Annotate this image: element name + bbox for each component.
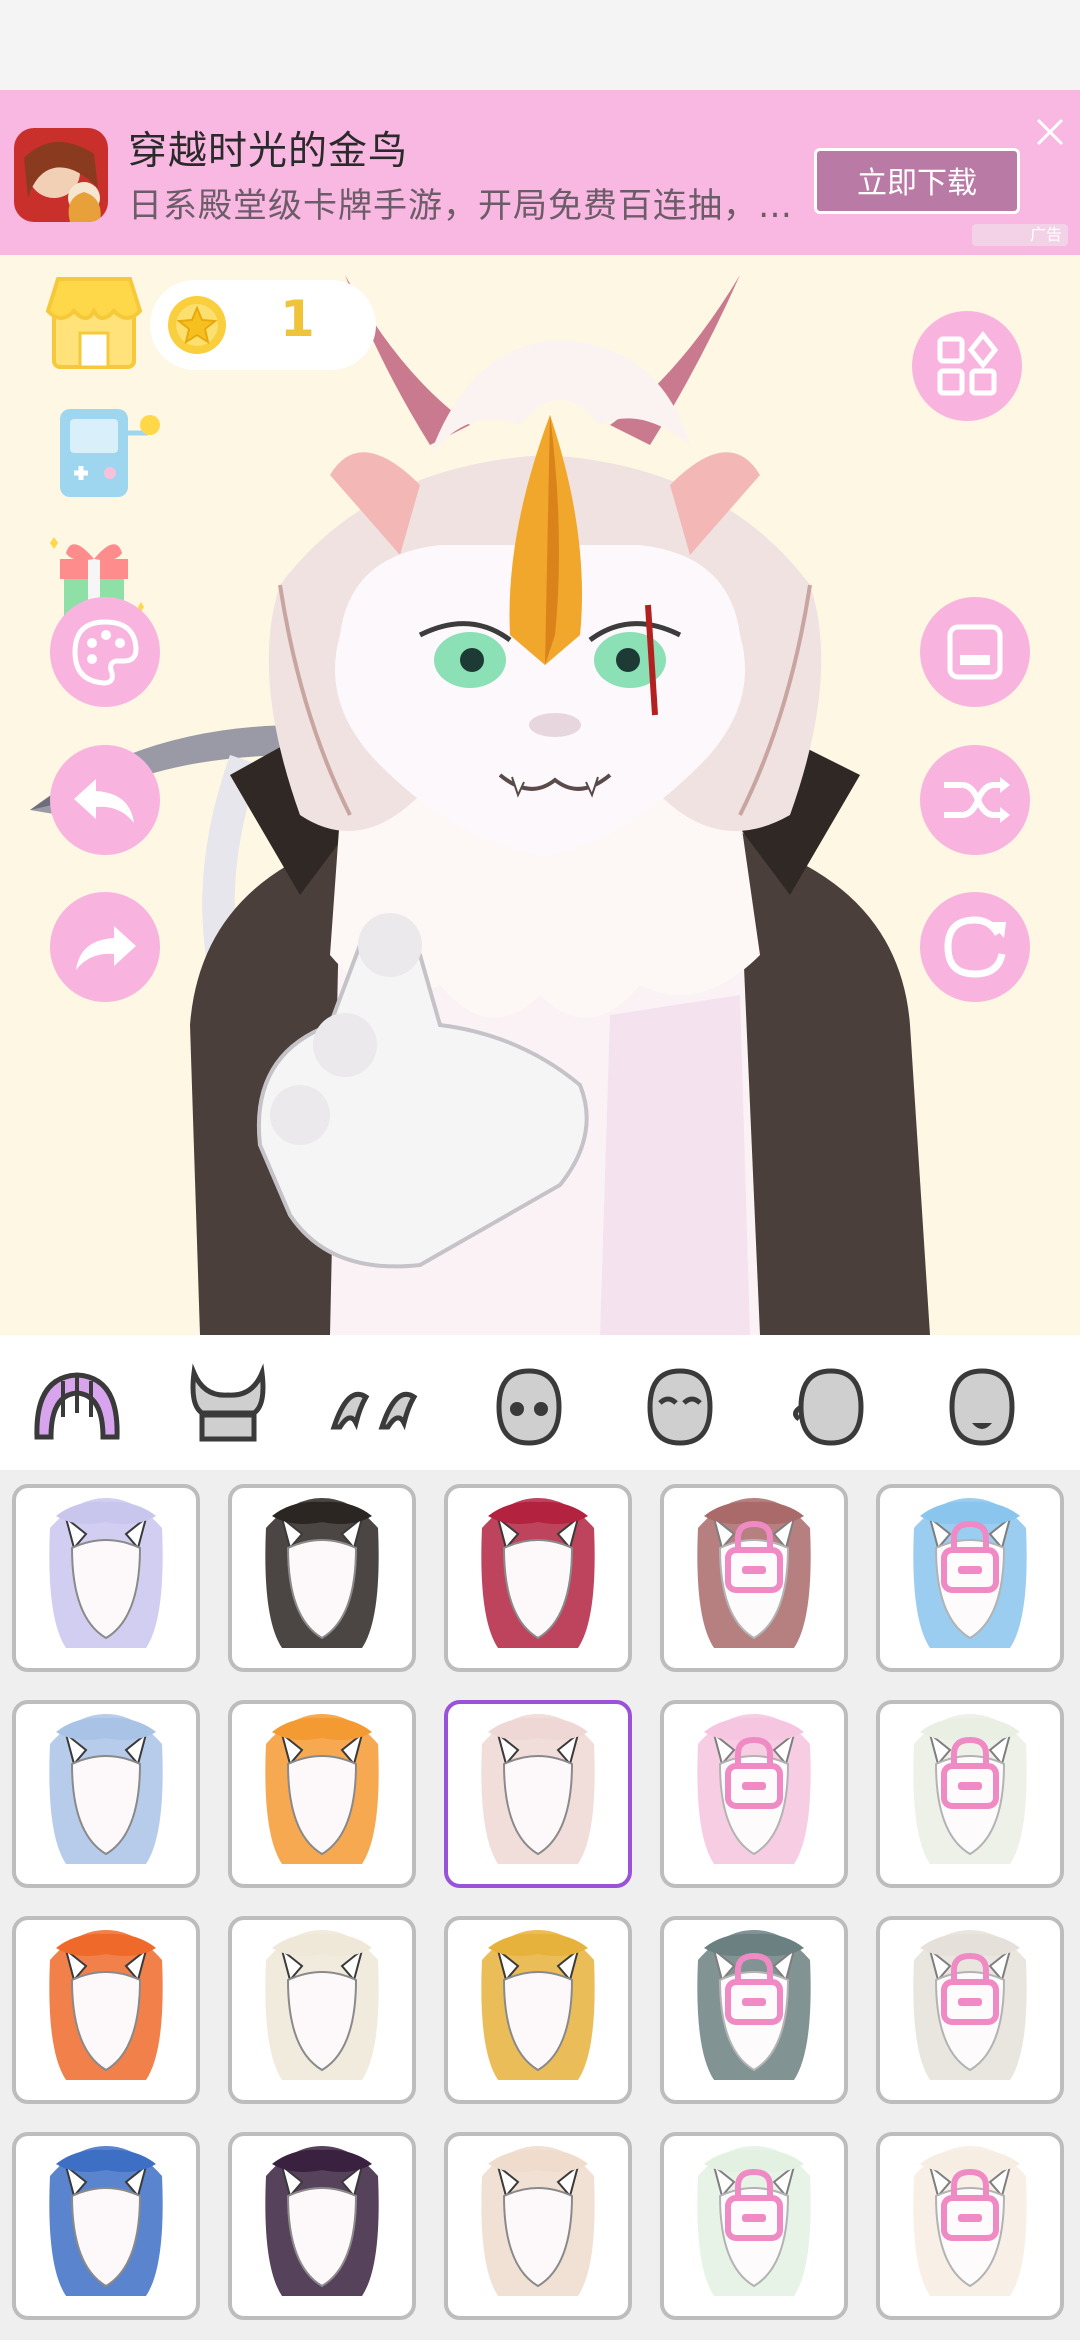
tab-mouth[interactable]	[932, 1357, 1032, 1457]
hair-item-locked[interactable]	[660, 1700, 848, 1888]
randomize-button[interactable]	[920, 745, 1030, 855]
hair-item[interactable]	[228, 1484, 416, 1672]
hair-thumbnail	[481, 1714, 595, 1864]
palette-icon	[72, 619, 139, 686]
hair-item[interactable]	[12, 1700, 200, 1888]
hair-thumbnail	[481, 2146, 595, 2296]
tab-hair[interactable]	[27, 1357, 127, 1457]
hair-item[interactable]	[444, 1484, 632, 1672]
hair-item[interactable]	[12, 2132, 200, 2320]
hair-thumbnail	[664, 2136, 844, 2316]
hair-thumbnail	[265, 1498, 379, 1648]
hair-item-locked[interactable]	[876, 2132, 1064, 2320]
hair-icon	[34, 1372, 120, 1440]
eyebrows-icon	[647, 1368, 713, 1446]
hair-item[interactable]	[12, 1916, 200, 2104]
character-canvas: 1	[0, 255, 1080, 1335]
horns-icon	[190, 1363, 266, 1442]
hair-item-locked[interactable]	[660, 1916, 848, 2104]
hair-item[interactable]	[444, 2132, 632, 2320]
ad-download-button[interactable]: 立即下载	[814, 148, 1020, 214]
reset-button[interactable]	[920, 892, 1030, 1002]
hair-item-locked[interactable]	[876, 1700, 1064, 1888]
ad-label-text: 广告	[1029, 225, 1062, 244]
hair-item-locked[interactable]	[876, 1484, 1064, 1672]
hair-thumbnail	[481, 1930, 595, 2080]
status-bar	[0, 0, 1080, 90]
undo-button[interactable]	[50, 745, 160, 855]
hair-thumbnail	[49, 1498, 163, 1648]
hair-item[interactable]	[228, 1916, 416, 2104]
tab-eyes[interactable]	[479, 1357, 579, 1457]
hair-item[interactable]	[444, 1916, 632, 2104]
hair-thumbnail	[265, 1714, 379, 1864]
hair-thumbnail	[664, 1488, 844, 1668]
hair-thumbnail	[880, 1704, 1060, 1884]
hair-thumbnail	[265, 2146, 379, 2296]
tab-ears[interactable]	[326, 1357, 426, 1457]
ad-label: 广告	[972, 224, 1068, 246]
shop-icon[interactable]	[44, 273, 144, 373]
nose-icon	[793, 1368, 864, 1446]
shuffle-icon	[944, 777, 1010, 823]
hair-thumbnail	[664, 1704, 844, 1884]
tab-nose[interactable]	[781, 1357, 881, 1457]
category-tabs	[0, 1335, 1080, 1470]
hair-item[interactable]	[12, 1484, 200, 1672]
coin-balance[interactable]: 1	[150, 280, 376, 370]
hair-item[interactable]	[444, 1700, 632, 1888]
hair-item-locked[interactable]	[660, 1484, 848, 1672]
hair-thumbnail	[880, 1920, 1060, 2100]
ad-description[interactable]: 日系殿堂级卡牌手游，开局免费百连抽，…	[128, 178, 793, 227]
hair-thumbnail	[880, 1488, 1060, 1668]
hair-item-locked[interactable]	[876, 1916, 1064, 2104]
hair-thumbnail	[49, 1930, 163, 2080]
mouth-icon	[949, 1368, 1015, 1446]
refresh-icon	[944, 916, 1006, 978]
ad-title[interactable]: 穿越时光的金鸟	[128, 120, 408, 176]
tab-eyebrows[interactable]	[630, 1357, 730, 1457]
hair-item-locked[interactable]	[660, 2132, 848, 2320]
ears-icon	[330, 1391, 418, 1431]
eyes-icon	[496, 1368, 562, 1446]
hair-thumbnail	[49, 2146, 163, 2296]
ad-app-icon[interactable]	[14, 128, 108, 222]
save-button[interactable]	[920, 597, 1030, 707]
coin-icon	[166, 294, 228, 356]
close-icon[interactable]	[1030, 112, 1070, 152]
mini-game-icon[interactable]	[54, 403, 164, 503]
hair-thumbnail	[265, 1930, 379, 2080]
hair-thumbnail	[481, 1498, 595, 1648]
grid-icon	[937, 330, 999, 396]
tab-horns[interactable]	[178, 1357, 278, 1457]
menu-grid-button[interactable]	[912, 311, 1022, 421]
save-icon	[947, 624, 1003, 680]
hair-item[interactable]	[228, 1700, 416, 1888]
coin-count: 1	[280, 290, 315, 348]
hair-thumbnail	[880, 2136, 1060, 2316]
redo-button[interactable]	[50, 892, 160, 1002]
redo-icon	[76, 926, 136, 970]
hair-thumbnail	[49, 1714, 163, 1864]
ad-banner[interactable]: 穿越时光的金鸟 日系殿堂级卡牌手游，开局免费百连抽，… 立即下载 广告	[0, 90, 1080, 255]
hair-item-grid	[0, 1470, 1080, 2340]
color-palette-button[interactable]	[50, 597, 160, 707]
hair-item[interactable]	[228, 2132, 416, 2320]
undo-icon	[74, 779, 134, 823]
hair-thumbnail	[664, 1920, 844, 2100]
